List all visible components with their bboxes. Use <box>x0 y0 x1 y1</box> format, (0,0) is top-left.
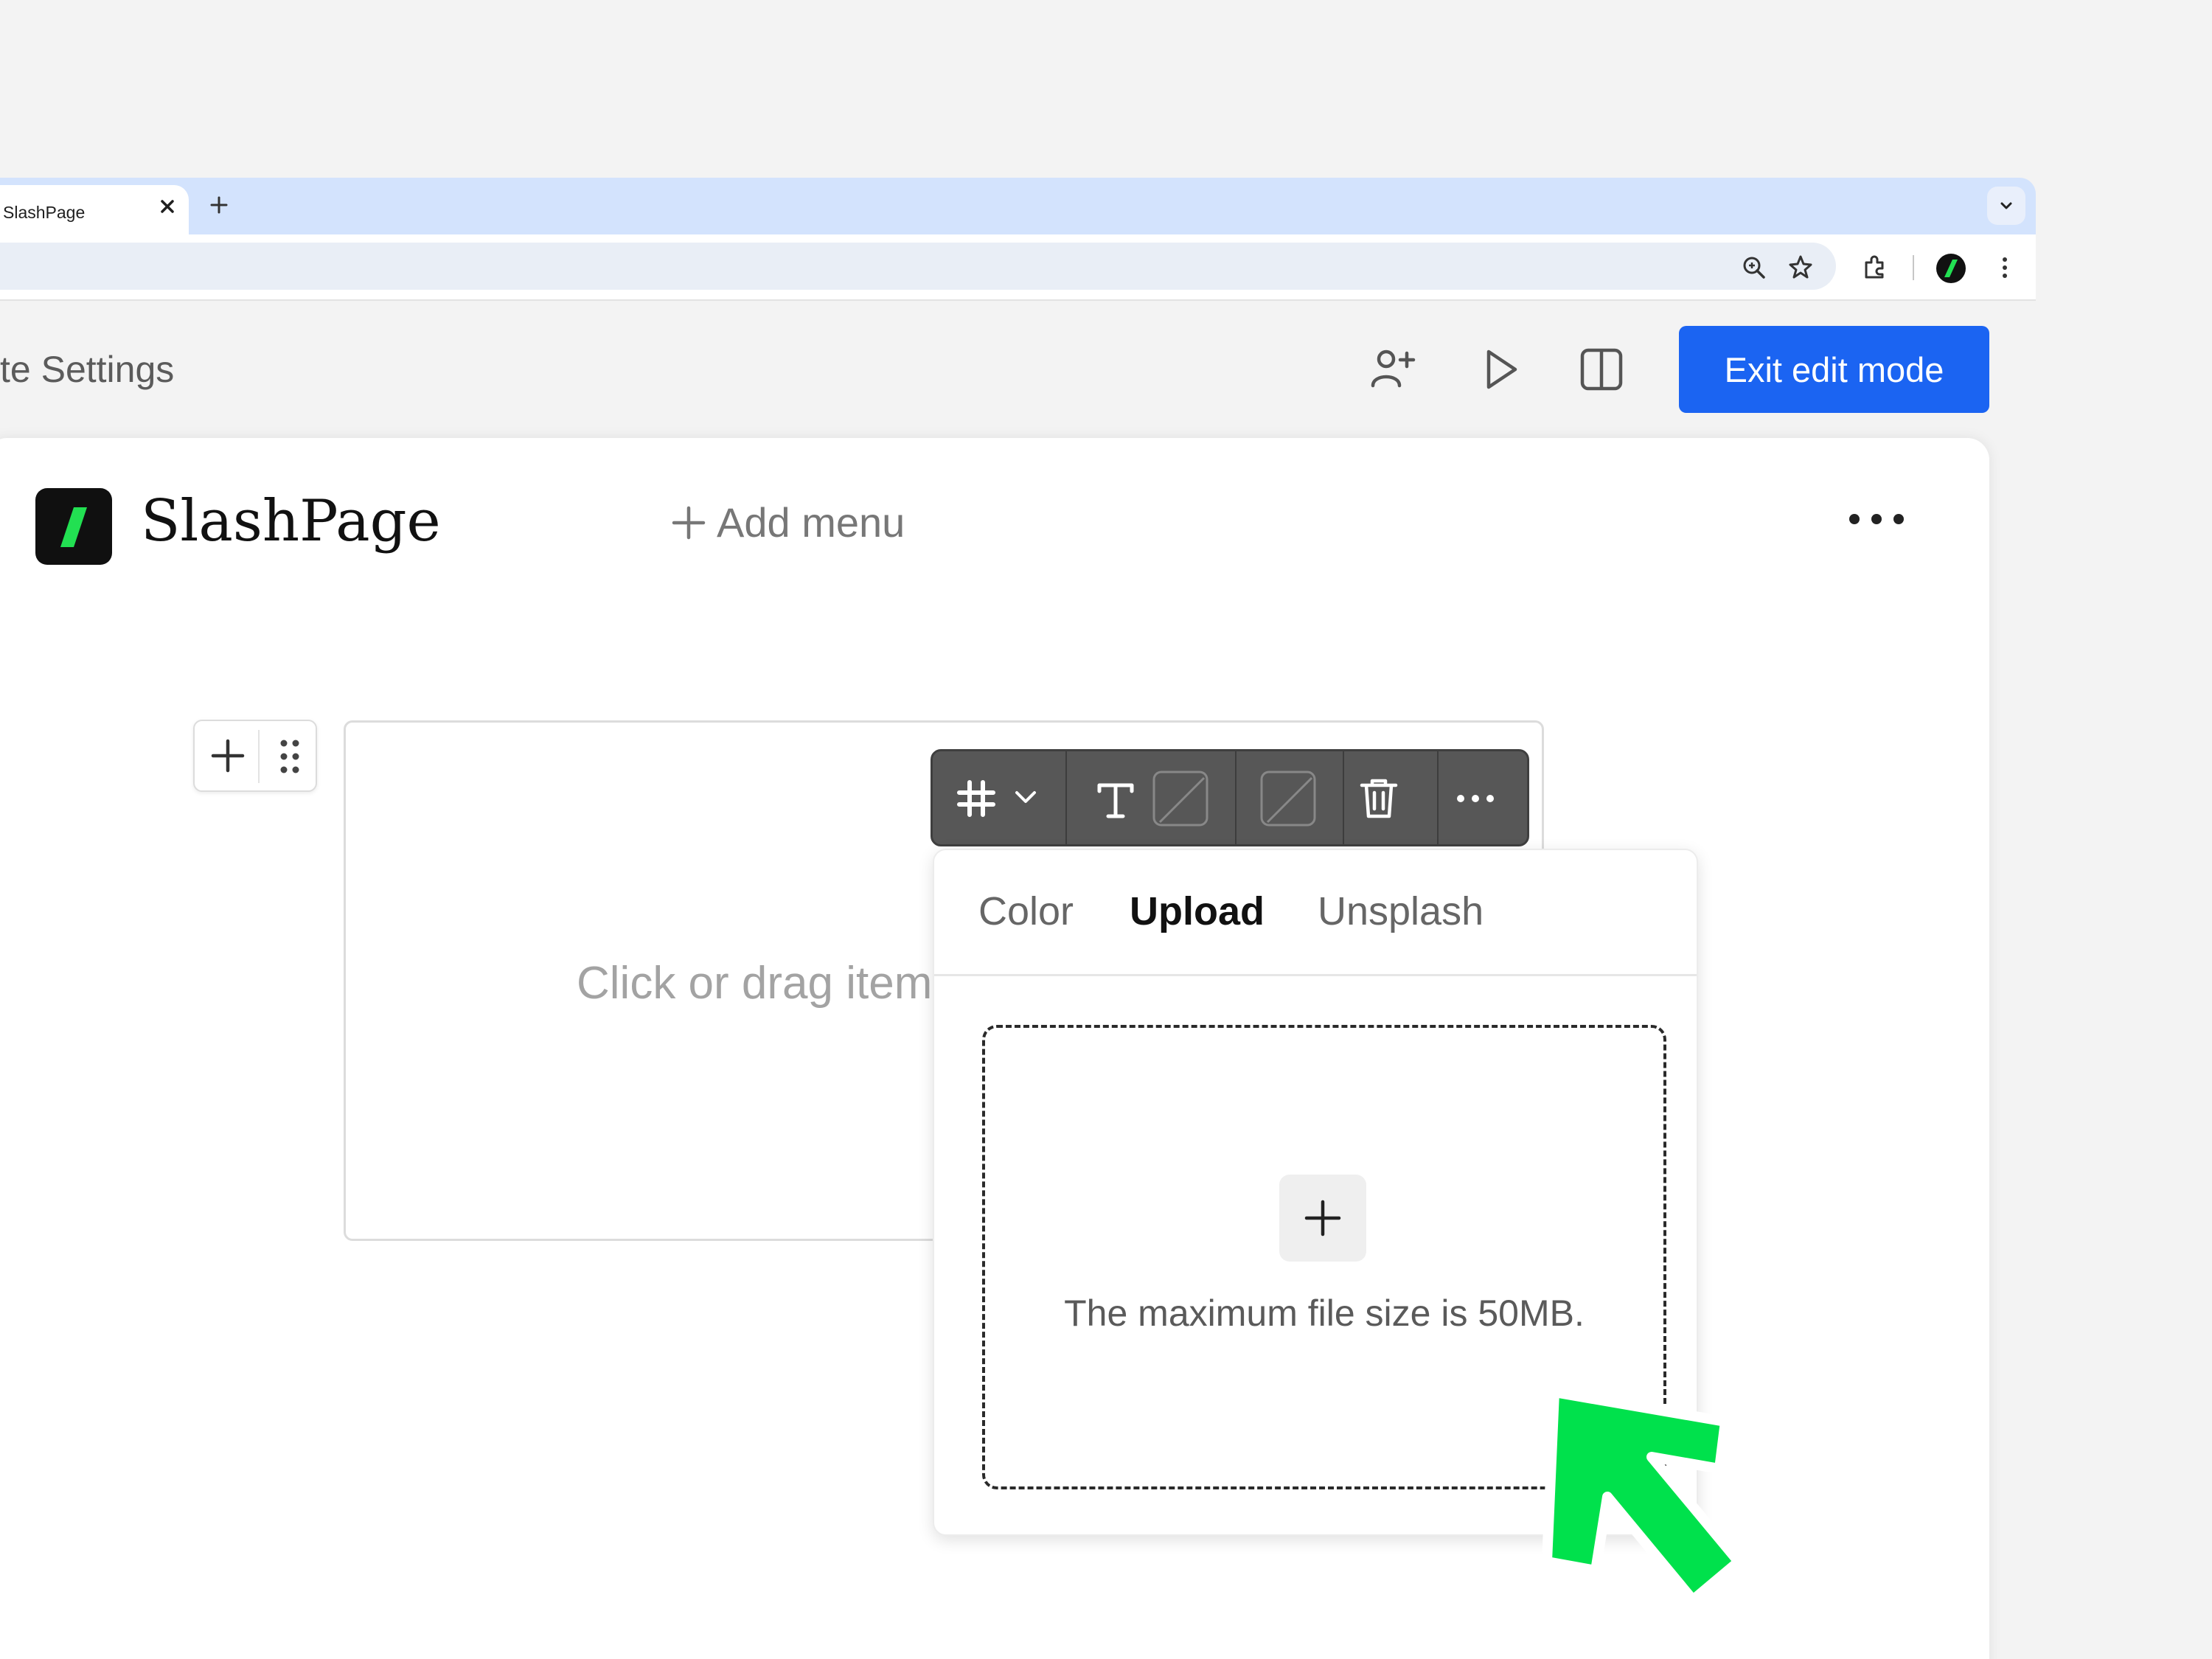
chevron-down-icon <box>2000 202 2012 209</box>
upload-button[interactable] <box>1279 1175 1366 1262</box>
add-block-plus-icon[interactable] <box>211 739 245 776</box>
chevron-down-icon[interactable] <box>1012 787 1039 813</box>
new-tab-plus-icon[interactable] <box>208 194 230 216</box>
toolbar-divider <box>1065 751 1067 844</box>
toolbar-divider <box>1343 751 1344 844</box>
extensions-icon[interactable] <box>1860 252 1891 283</box>
popover-divider <box>934 974 1697 976</box>
plus-icon <box>1304 1200 1341 1237</box>
block-controls-divider <box>258 730 260 783</box>
slash-box-icon[interactable] <box>1259 769 1318 832</box>
block-format-toolbar <box>931 749 1529 846</box>
browser-toolbar <box>0 234 2036 301</box>
tab-color[interactable]: Color <box>978 888 1074 934</box>
tab-search-button[interactable] <box>1987 187 2025 225</box>
tab-title: SlashPage <box>3 203 86 222</box>
kebab-icon[interactable] <box>1989 252 2020 283</box>
toolbar-divider <box>1913 255 1914 280</box>
exit-edit-mode-button[interactable]: Exit edit mode <box>1679 326 1989 413</box>
split-view-icon[interactable] <box>1575 343 1628 396</box>
add-user-icon[interactable] <box>1366 343 1419 396</box>
zoom-icon[interactable] <box>1739 252 1770 283</box>
add-menu-label: Add menu <box>717 499 905 546</box>
site-name[interactable]: SlashPage <box>141 488 441 554</box>
tab-upload[interactable]: Upload <box>1130 888 1265 934</box>
address-bar[interactable] <box>0 243 1836 290</box>
arrow-icon <box>1542 1387 1744 1605</box>
tab-unsplash[interactable]: Unsplash <box>1318 888 1484 934</box>
plus-icon <box>672 506 706 539</box>
slash-box-icon[interactable] <box>1151 769 1210 832</box>
more-icon[interactable] <box>1843 504 1910 534</box>
editor-header: te Settings Exit edit mode <box>0 302 2036 439</box>
block-hint: Click or drag item <box>577 958 933 1009</box>
layout-icon[interactable] <box>955 776 999 824</box>
star-icon[interactable] <box>1785 252 1816 283</box>
more-icon[interactable] <box>1452 787 1499 814</box>
drag-handle-icon[interactable] <box>273 736 307 781</box>
site-settings-link[interactable]: te Settings <box>0 348 174 391</box>
browser-tab[interactable]: SlashPage <box>0 185 189 234</box>
tab-strip: SlashPage <box>0 178 2036 234</box>
text-icon[interactable] <box>1093 778 1138 826</box>
toolbar-divider <box>1235 751 1237 844</box>
upload-size-hint: The maximum file size is 50MB. <box>1064 1293 1585 1334</box>
toolbar-divider <box>1437 751 1439 844</box>
site-logo[interactable] <box>35 488 112 565</box>
profile-avatar[interactable] <box>1936 254 1966 283</box>
add-menu-button[interactable]: Add menu <box>671 498 905 546</box>
trash-icon[interactable] <box>1356 775 1402 824</box>
close-icon[interactable] <box>156 195 178 218</box>
block-controls <box>193 720 317 792</box>
play-icon[interactable] <box>1472 343 1526 396</box>
